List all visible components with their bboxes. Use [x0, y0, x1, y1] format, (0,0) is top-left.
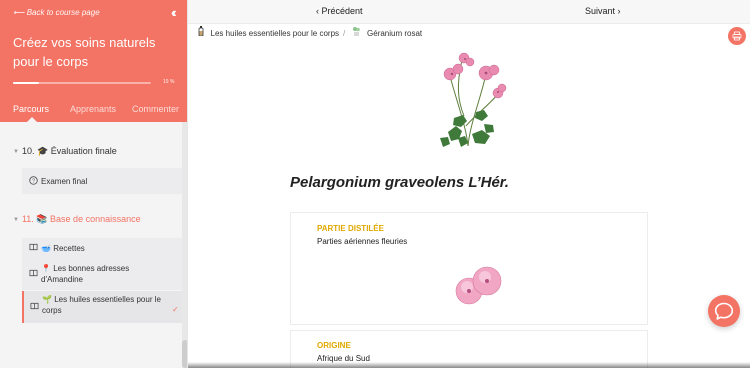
- print-button[interactable]: [728, 27, 746, 45]
- info-card-partie-distilee: PARTIE DISTILÉE Parties aériennes fleuri…: [290, 212, 648, 325]
- arrow-left-icon: ⟵: [13, 8, 27, 17]
- question-circle-icon: ?: [29, 176, 38, 188]
- section-title: Base de connaissance: [50, 214, 141, 224]
- chat-bubble-icon: [714, 302, 734, 320]
- lesson-label: Recettes: [53, 244, 85, 253]
- section-title: Évaluation finale: [50, 146, 117, 156]
- section-evaluation-finale[interactable]: ▼ 10. 🎓 Évaluation finale: [13, 146, 117, 157]
- chevron-down-icon: ▼: [13, 148, 19, 155]
- card-label: ORIGINE: [317, 341, 351, 350]
- collapse-sidebar-icon[interactable]: ‹‹: [171, 5, 176, 20]
- section-number: 10.: [21, 146, 35, 156]
- tab-apprenants[interactable]: Apprenants: [70, 104, 116, 114]
- section-number: 11.: [21, 214, 34, 224]
- breadcrumb: Les huiles essentielles pour le corps / G…: [198, 26, 422, 38]
- bowl-icon: 🥣: [41, 244, 51, 253]
- active-tab-indicator: [27, 117, 37, 122]
- previous-button[interactable]: ‹ Précédent: [316, 6, 363, 16]
- book-icon: [30, 302, 39, 313]
- lesson-huiles-essentielles[interactable]: 🌱 Les huiles essentielles pour le corps …: [22, 291, 182, 323]
- breadcrumb-item-current: Géranium rosat: [367, 29, 423, 38]
- chevron-down-icon: ▼: [13, 216, 19, 223]
- tab-commenter[interactable]: Commenter: [132, 104, 179, 114]
- plant-icon: [352, 27, 364, 38]
- section-base-de-connaissance[interactable]: ▼ 11. 📚 Base de connaissance: [13, 214, 141, 225]
- breadcrumb-separator: /: [343, 29, 346, 38]
- species-name: Pelargonium graveolens L’Hér.: [290, 174, 509, 191]
- lesson-label: Examen final: [41, 177, 88, 186]
- pin-icon: 📍: [41, 264, 51, 273]
- lesson-bonnes-adresses[interactable]: 📍 Les bonnes adresses d'Amandine: [22, 258, 182, 290]
- geranium-illustration: [440, 52, 507, 147]
- chevron-right-icon: ›: [615, 6, 621, 16]
- progress-fill: [13, 82, 40, 84]
- back-to-course-link[interactable]: ⟵ Back to course page: [13, 8, 100, 17]
- sidebar: ⟵ Back to course page ‹‹ Créez vos soins…: [0, 0, 188, 368]
- sidebar-scrollbar[interactable]: [182, 122, 187, 368]
- card-label: PARTIE DISTILÉE: [317, 224, 384, 233]
- seedling-icon: 🌱: [42, 295, 52, 304]
- chat-button[interactable]: [708, 295, 740, 327]
- books-icon: 📚: [36, 214, 48, 224]
- book-icon: [29, 243, 38, 254]
- check-icon: ✓: [172, 305, 179, 314]
- window-bottom-shadow: [188, 362, 750, 368]
- breadcrumb-item[interactable]: Les huiles essentielles pour le corps: [211, 29, 340, 38]
- progress-bar: [13, 82, 151, 84]
- lesson-label: Les bonnes adresses d'Amandine: [41, 264, 130, 284]
- tab-parcours[interactable]: Parcours: [13, 104, 49, 114]
- svg-text:?: ?: [32, 179, 35, 185]
- print-icon: [732, 31, 742, 41]
- flower-illustration: [455, 266, 502, 305]
- lesson-recettes[interactable]: 🥣 Recettes: [22, 238, 182, 258]
- bottle-icon: [198, 26, 207, 38]
- next-button[interactable]: Suivant ›: [585, 6, 621, 16]
- progress-percent: 19 %: [163, 79, 175, 85]
- course-title: Créez vos soins naturels pour le corps: [13, 35, 156, 69]
- course-header: ⟵ Back to course page ‹‹ Créez vos soins…: [0, 0, 187, 122]
- book-icon: [29, 269, 38, 280]
- lesson-nav-bar: ‹ Précédent Suivant ›: [188, 0, 750, 24]
- lesson-label: Les huiles essentielles pour le corps: [42, 295, 161, 315]
- graduation-cap-icon: 🎓: [36, 146, 49, 156]
- lesson-examen-final[interactable]: ? Examen final: [22, 168, 182, 194]
- card-value: Parties aériennes fleuries: [317, 237, 408, 246]
